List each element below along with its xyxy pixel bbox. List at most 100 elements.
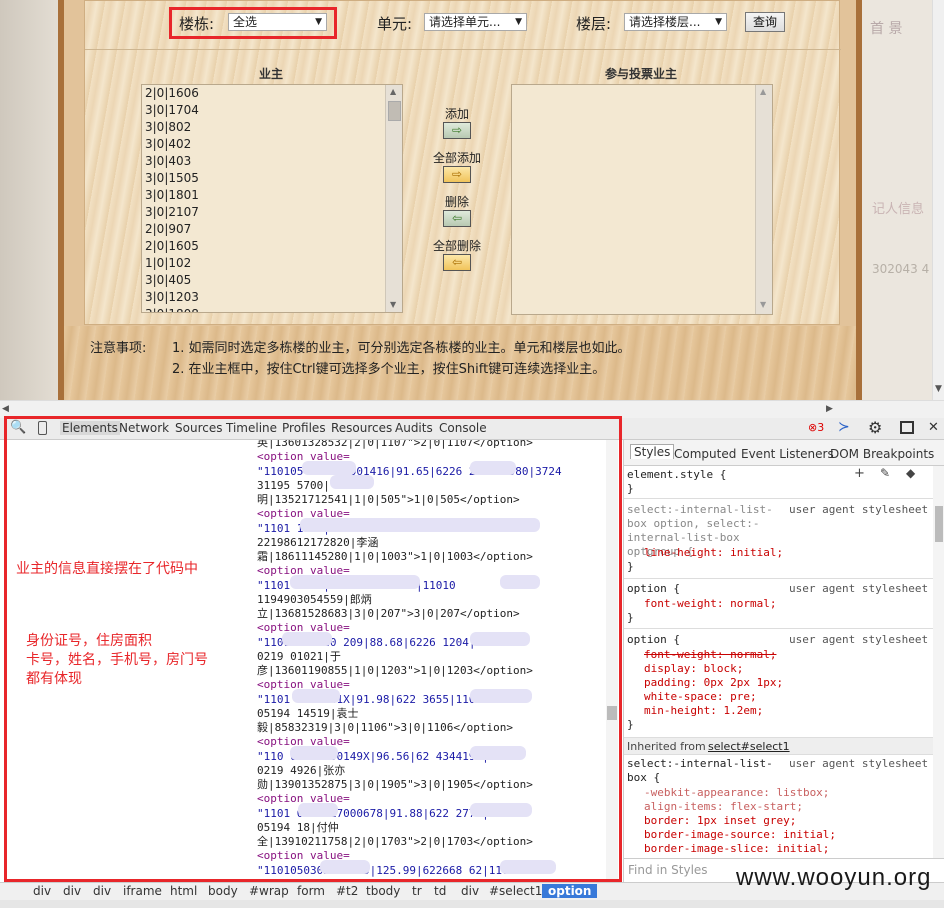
style-tab-styles[interactable]: Styles — [630, 444, 675, 459]
watermark: www.wooyun.org — [736, 864, 932, 891]
remove-all-button[interactable]: ⇦ — [443, 254, 471, 271]
rule-close: } — [627, 482, 634, 495]
breadcrumb-item[interactable]: iframe — [123, 884, 162, 898]
rule-close: } — [627, 560, 634, 573]
divider — [85, 49, 841, 50]
styles-panel: Styles Computed Event Listeners DOM Breakpo… — [623, 440, 944, 882]
error-count[interactable]: ⊗3 — [808, 421, 824, 434]
styles-filter-placeholder: Find in Styles — [628, 863, 708, 877]
building-select[interactable]: 全选 ▼ — [228, 13, 327, 31]
bg-text-top: 首 景 — [870, 21, 903, 37]
styles-scrollbar[interactable] — [933, 466, 944, 858]
list-item[interactable]: 3|0|1704 — [145, 102, 199, 119]
owners-scroll-thumb[interactable] — [388, 101, 401, 121]
css-prop-text: font-weight: normal; — [644, 597, 777, 610]
styles-tabs: Styles Computed Event Listeners DOM Breakpo… — [624, 440, 944, 466]
chevron-down-icon: ▼ — [315, 17, 322, 27]
list-item[interactable]: 2|0|907 — [145, 221, 191, 238]
list-item[interactable]: 2|0|1606 — [145, 85, 199, 102]
console-drawer-icon[interactable]: ≻ — [838, 419, 850, 435]
list-item[interactable]: 3|0|1203 — [145, 289, 199, 306]
add-rule-icon[interactable]: + — [854, 466, 865, 481]
color-format-icon[interactable]: ◆ — [906, 466, 915, 480]
css-prop-text: min-height: 1.2em; — [644, 704, 764, 717]
list-item[interactable]: 3|0|1505 — [145, 170, 199, 187]
list-item[interactable]: 3|0|802 — [145, 119, 191, 136]
breadcrumb-item[interactable]: tr — [412, 884, 422, 898]
list-item[interactable]: 2|0|1605 — [145, 238, 199, 255]
chevron-down-icon: ▼ — [715, 17, 722, 27]
css-prop-text: font-weight: normal; — [644, 648, 777, 661]
page-scroll-down-icon[interactable]: ▼ — [935, 384, 942, 394]
scroll-right-icon[interactable]: ▶ — [826, 404, 833, 414]
rule-separator — [624, 628, 944, 629]
bg-text-middle: 记人信息 — [872, 202, 925, 217]
css-prop: min-height: 1.2em; — [644, 704, 763, 718]
css-prop: white-space: pre; — [644, 690, 757, 704]
css-prop: font-weight: normal; — [644, 648, 776, 662]
voters-scrollbar[interactable]: ▲ ▼ — [755, 85, 772, 314]
style-tab-event-listeners[interactable]: Event Listeners — [741, 447, 834, 461]
breadcrumb-item[interactable]: div — [63, 884, 81, 898]
scroll-up-icon[interactable]: ▲ — [390, 87, 396, 96]
gear-icon[interactable]: ⚙ — [868, 418, 882, 437]
add-button[interactable]: ⇨ — [443, 122, 471, 139]
pin-icon[interactable]: ✎ — [880, 466, 890, 480]
breadcrumb-item[interactable]: div — [93, 884, 111, 898]
list-item[interactable]: 3|0|405 — [145, 272, 191, 289]
vote-panel: 楼栋: 全选 ▼ 单元: 请选择单元... ▼ 楼层: 请选择楼层... ▼ 查询 业… — [58, 0, 862, 400]
unit-select[interactable]: 请选择单元... ▼ — [424, 13, 527, 31]
rule-selector: option { — [627, 582, 680, 595]
breadcrumb-item[interactable]: div — [461, 884, 479, 898]
page-left-background — [0, 0, 58, 400]
scroll-down-icon[interactable]: ▼ — [390, 300, 396, 309]
inherited-label: Inherited from — [627, 740, 706, 753]
breadcrumb-item[interactable]: form — [297, 884, 325, 898]
breadcrumb-item[interactable]: div — [33, 884, 51, 898]
breadcrumb-item[interactable]: option — [542, 884, 598, 898]
list-item[interactable]: 3|0|1808 — [145, 306, 199, 312]
page-scrollbar[interactable]: ▼ — [932, 0, 944, 400]
add-all-label: 全部添加 — [432, 151, 481, 165]
status-strip — [0, 900, 944, 908]
note-line-1: 1. 如需同时选定多栋楼的业主，可分别选定各栋楼的业主。单元和楼层也如此。 — [172, 341, 631, 356]
list-item[interactable]: 3|0|403 — [145, 153, 191, 170]
breadcrumb-item[interactable]: html — [170, 884, 197, 898]
breadcrumb-item[interactable]: tbody — [366, 884, 400, 898]
breadcrumb-item[interactable]: body — [208, 884, 238, 898]
breadcrumb-item[interactable]: #t2 — [336, 884, 358, 898]
style-tab-dom-breakpoints[interactable]: DOM Breakpoints — [830, 447, 934, 461]
breadcrumb-item[interactable]: #select1 — [489, 884, 542, 898]
rule-origin: user agent stylesheet — [789, 582, 929, 595]
owners-scrollbar[interactable]: ▲ ▼ — [385, 85, 402, 312]
list-item[interactable]: 3|0|402 — [145, 136, 191, 153]
breadcrumb-item[interactable]: #wrap — [249, 884, 289, 898]
building-label: 楼栋: — [179, 15, 215, 33]
remove-button[interactable]: ⇦ — [443, 210, 471, 227]
css-prop-text: white-space: pre; — [644, 690, 757, 703]
scroll-down-icon[interactable]: ▼ — [760, 300, 766, 309]
list-item[interactable]: 1|0|102 — [145, 255, 191, 272]
css-prop: -webkit-appearance: listbox; — [644, 786, 830, 799]
style-tab-computed[interactable]: Computed — [674, 447, 736, 461]
query-button[interactable]: 查询 — [745, 12, 785, 32]
inherited-target-link[interactable]: select#select1 — [708, 740, 790, 753]
floor-select[interactable]: 请选择楼层... ▼ — [624, 13, 727, 31]
voters-listbox[interactable]: ▲ ▼ — [511, 84, 773, 315]
styles-scroll-thumb[interactable] — [935, 506, 943, 542]
chevron-down-icon: ▼ — [515, 17, 522, 27]
list-item[interactable]: 3|0|2107 — [145, 204, 199, 221]
breadcrumb-item[interactable]: td — [434, 884, 446, 898]
close-icon[interactable]: ✕ — [928, 420, 939, 435]
owners-listbox[interactable]: 2|0|1606 3|0|1704 3|0|802 3|0|402 3|0|403 3|0… — [141, 84, 403, 313]
selection-area: 楼栋: 全选 ▼ 单元: 请选择单元... ▼ 楼层: 请选择楼层... ▼ 查询 业… — [84, 0, 841, 325]
scroll-left-icon[interactable]: ◀ — [2, 404, 9, 414]
floor-select-value: 请选择楼层... — [629, 15, 701, 29]
add-all-button[interactable]: ⇨ — [443, 166, 471, 183]
list-item[interactable]: 3|0|1801 — [145, 187, 199, 204]
voters-title: 参与投票业主 — [604, 67, 677, 81]
scroll-up-icon[interactable]: ▲ — [760, 87, 766, 96]
dock-icon[interactable] — [900, 421, 914, 434]
remove-label: 删除 — [444, 195, 469, 209]
css-prop: display: block; — [644, 662, 743, 676]
